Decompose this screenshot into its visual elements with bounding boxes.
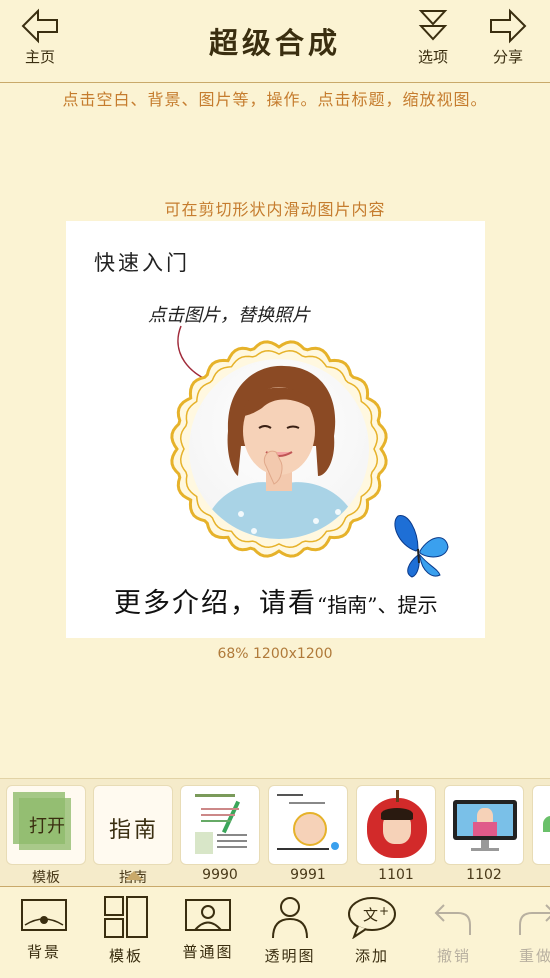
zoom-status: 68% 1200x1200: [217, 646, 333, 662]
thumb-label: 模板: [32, 870, 60, 886]
background-button[interactable]: 背景: [6, 895, 82, 962]
bottom-toolbar: 背景 模板 普通图 透明图 文 + 添加 撤销 重做: [0, 886, 550, 978]
page-title[interactable]: 超级合成: [0, 20, 550, 62]
thumb-partial[interactable]: [532, 785, 550, 865]
more-main: 更多介绍，请看: [114, 588, 317, 619]
butterfly-icon: [394, 515, 449, 578]
toolbar-label: 模板: [108, 947, 143, 965]
usage-hint: 点击空白、背景、图片等，操作。点击标题，缩放视图。: [62, 90, 488, 109]
options-button[interactable]: 选项: [403, 8, 463, 67]
crop-hint: 可在剪切形状内滑动图片内容: [164, 200, 386, 219]
selected-indicator: [125, 871, 143, 880]
open-label: 打开: [29, 816, 65, 837]
redo-button[interactable]: 重做: [498, 895, 550, 966]
share-label: 分享: [492, 48, 523, 66]
transparent-image-button[interactable]: 透明图: [252, 895, 328, 966]
thumb-1101[interactable]: 1101: [356, 785, 436, 883]
redo-icon: [519, 904, 550, 935]
normal-image-button[interactable]: 普通图: [170, 895, 246, 962]
compose-canvas[interactable]: 快速入门 点击图片，替换照片 更多介绍，请看“指南”、提示: [66, 221, 485, 638]
template-strip[interactable]: 打开 模板 指南 指南 9990 9991 1101 1102: [0, 778, 550, 887]
options-label: 选项: [417, 48, 448, 66]
normal-image-icon: [185, 899, 231, 931]
thumb-open-templates[interactable]: 打开 模板: [6, 785, 86, 887]
toolbar-label: 透明图: [264, 947, 316, 965]
forward-arrow-icon: [490, 8, 527, 44]
thumb-9991[interactable]: 9991: [268, 785, 348, 883]
chevron-down-icon: [418, 10, 448, 41]
canvas-title: 快速入门: [94, 251, 190, 275]
thumb-9990[interactable]: 9990: [180, 785, 260, 883]
toolbar-label: 背景: [26, 943, 61, 961]
thumb-label: 1101: [378, 867, 414, 883]
toolbar-label: 添加: [354, 947, 389, 965]
canvas-more-info: 更多介绍，请看“指南”、提示: [114, 581, 437, 620]
top-bar: 主页 超级合成 选项 分享: [0, 0, 550, 83]
add-button[interactable]: 文 + 添加: [334, 895, 410, 966]
more-tail: “指南”、提示: [317, 593, 438, 617]
toolbar-label: 重做: [518, 947, 550, 965]
thumb-label: 9990: [202, 867, 238, 883]
svg-text:文: 文: [363, 906, 378, 924]
svg-text:+: +: [379, 904, 389, 918]
portrait-photo[interactable]: [166, 336, 392, 562]
undo-icon: [434, 904, 471, 935]
transparent-image-icon: [272, 897, 308, 939]
photo-frame[interactable]: [166, 336, 392, 562]
template-button[interactable]: 模板: [88, 895, 164, 966]
template-icon: [104, 896, 148, 938]
toolbar-label: 普通图: [182, 943, 234, 961]
undo-button[interactable]: 撤销: [416, 895, 492, 966]
toolbar-label: 撤销: [436, 947, 471, 965]
thumb-1102[interactable]: 1102: [444, 785, 524, 883]
thumb-label: 1102: [466, 867, 502, 883]
share-button[interactable]: 分享: [478, 8, 538, 67]
background-icon: [21, 899, 67, 931]
add-text-icon: 文 +: [348, 897, 396, 939]
thumb-label: 9991: [290, 867, 326, 883]
guide-label: 指南: [108, 818, 159, 843]
